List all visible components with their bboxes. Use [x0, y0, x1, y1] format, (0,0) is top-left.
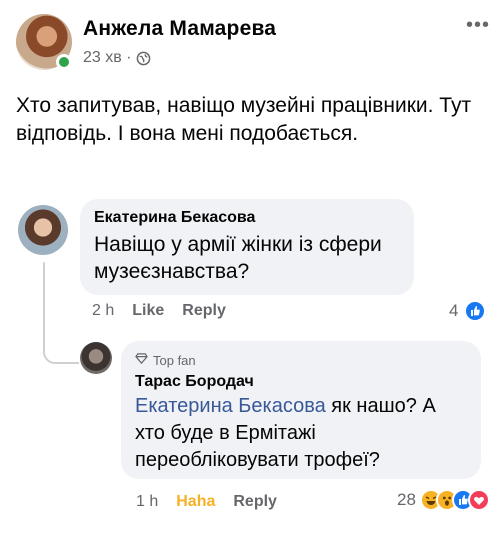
more-options-icon[interactable]: ••• [466, 15, 490, 35]
diamond-icon [135, 352, 148, 368]
online-status-icon [56, 54, 72, 70]
reply-actions: 1 h Haha Reply [136, 493, 277, 511]
top-fan-label: Top fan [153, 352, 196, 368]
post-meta: 23 хв · [83, 49, 151, 67]
reaction-count: 28 [397, 490, 416, 509]
like-button[interactable]: Like [132, 302, 164, 320]
haha-button[interactable]: Haha [176, 493, 215, 511]
reply-button[interactable]: Reply [233, 493, 277, 511]
love-reaction-icon [467, 489, 490, 511]
mention-link[interactable]: Екатерина Бекасова [135, 395, 326, 417]
reply-text: Екатерина Бекасова як нашо? А хто буде в… [135, 393, 467, 474]
reply-connector [43, 342, 79, 364]
reply-time[interactable]: 1 h [136, 493, 158, 511]
comment-time[interactable]: 2 h [92, 302, 114, 320]
top-fan-badge: Top fan [135, 352, 467, 368]
comment-reactions[interactable]: 4 [449, 300, 487, 322]
reaction-count: 4 [449, 301, 459, 320]
comment-author[interactable]: Екатерина Бекасова [94, 209, 400, 227]
reply-bubble: Top fan Тарас Бородач Екатерина Бекасова… [121, 341, 481, 479]
thread-line [43, 262, 45, 344]
post-header: Анжела Мамарева 23 хв · ••• [16, 14, 496, 74]
reply-reactions[interactable]: 28 [397, 489, 490, 511]
reply-author[interactable]: Тарас Бородач [135, 373, 467, 391]
commenter-avatar[interactable] [18, 205, 68, 255]
comment-bubble: Екатерина Бекасова Навіщо у армії жінки … [80, 199, 414, 295]
reply-button[interactable]: Reply [182, 302, 226, 320]
post-text: Хто запитував, навіщо музейні працівники… [16, 94, 472, 145]
globe-icon [136, 51, 151, 66]
post-author-name[interactable]: Анжела Мамарева [83, 17, 276, 41]
replier-avatar[interactable] [80, 342, 112, 374]
like-reaction-icon [464, 300, 487, 322]
comment-text: Навіщо у армії жінки із сфери музеєзнавс… [94, 233, 382, 283]
post-time[interactable]: 23 хв · [83, 49, 132, 67]
comment-actions: 2 h Like Reply [92, 302, 226, 320]
